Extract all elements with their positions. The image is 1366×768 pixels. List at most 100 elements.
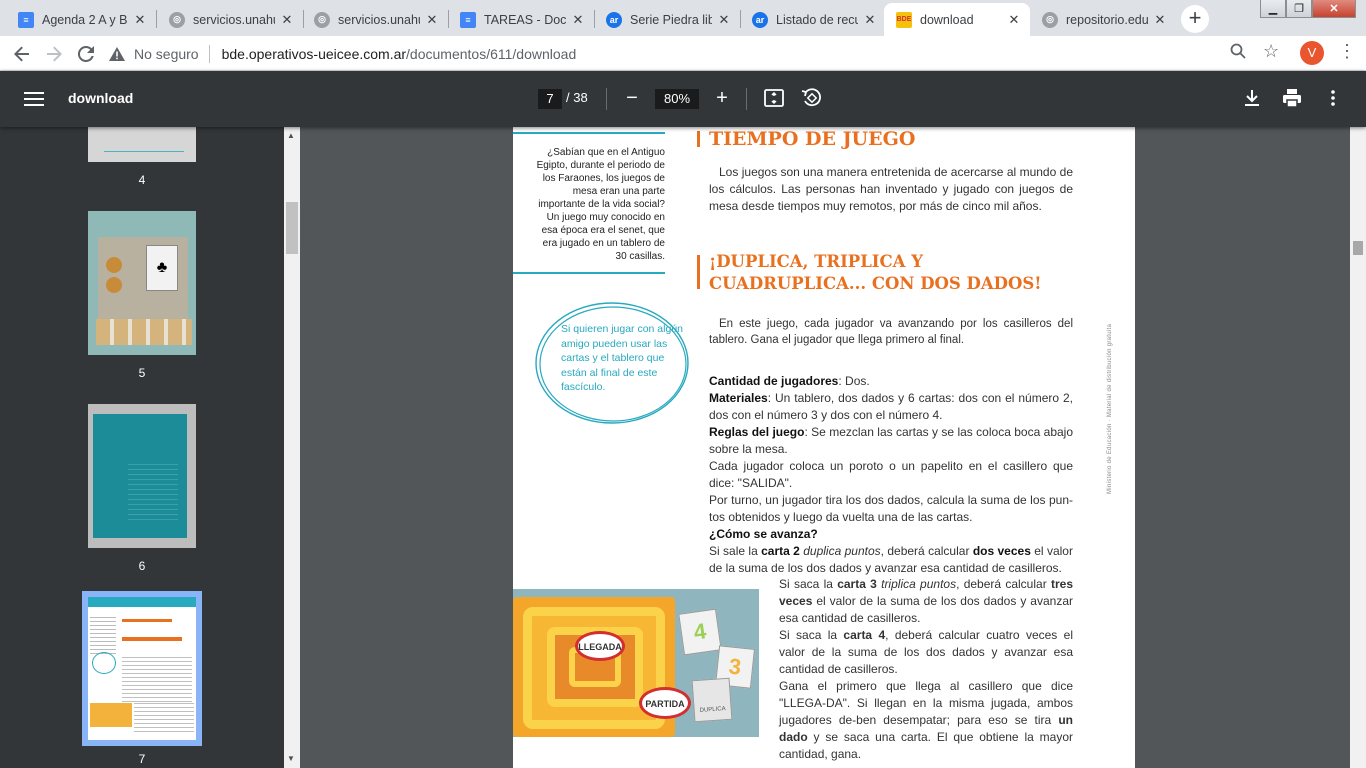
page-thumbnail[interactable] xyxy=(88,404,196,548)
thumbnail-number: 4 xyxy=(138,173,146,187)
game-heading-line1: ¡DUPLICA, TRIPLICA Y xyxy=(709,252,923,271)
forward-button[interactable] xyxy=(42,42,66,66)
divider-line xyxy=(513,272,665,274)
page-thumbnail-selected[interactable] xyxy=(82,591,202,746)
game-intro: En este juego, cada jugador va avanzando… xyxy=(709,318,1073,346)
card4-rule: Si saca la carta 4, deberá calcular cuat… xyxy=(779,628,1073,676)
bde-icon: BDE xyxy=(896,11,912,28)
materials-label: Materiales xyxy=(709,391,768,405)
sidebar-scrollbar[interactable]: ▲ ▼ xyxy=(284,127,300,768)
intro-paragraph: Los juegos son una manera entretenida de… xyxy=(709,165,1073,213)
rule-text: Cada jugador coloca un poroto o un papel… xyxy=(709,459,1073,490)
browser-toolbar: No seguro bde.operativos-ueicee.com.ar/d… xyxy=(0,36,1366,71)
scroll-down-icon[interactable]: ▼ xyxy=(287,754,295,763)
zoom-in-button[interactable]: + xyxy=(710,85,734,111)
pdf-viewport: ¿Sabían que en el Antiguo Egipto, durant… xyxy=(300,127,1350,768)
docs-icon: ≡ xyxy=(18,11,34,28)
card2-rule: Si sale la carta 2 duplica puntos, deber… xyxy=(709,544,1073,575)
rule-text: Por turno, un jugador tira los dos dados… xyxy=(709,493,1073,524)
thumbnail-sidebar: 4 ♣ 5 6 7 ▲ ▼ xyxy=(0,127,300,768)
reload-icon xyxy=(77,45,94,62)
page-number-input[interactable]: 7 xyxy=(538,89,562,109)
minimize-button[interactable]: ▁ xyxy=(1260,0,1286,18)
close-icon[interactable]: ✕ xyxy=(570,12,586,28)
players-label: Cantidad de jugadores xyxy=(709,374,839,388)
docs-icon: ≡ xyxy=(460,11,476,28)
thumbnail-number: 5 xyxy=(138,366,146,380)
print-icon[interactable] xyxy=(1281,87,1303,109)
section-heading: TIEMPO DE JUEGO xyxy=(709,128,916,150)
viewer-scrollbar[interactable] xyxy=(1350,127,1366,768)
browser-tab-active[interactable]: BDE download ✕ xyxy=(884,3,1030,36)
profile-avatar[interactable]: V xyxy=(1300,41,1324,65)
ar-icon: ar xyxy=(752,11,768,28)
back-button[interactable] xyxy=(10,42,34,66)
bookmark-star-icon[interactable]: ☆ xyxy=(1263,41,1279,62)
ar-icon: ar xyxy=(606,11,622,28)
scroll-up-icon[interactable]: ▲ xyxy=(287,131,295,140)
kebab-menu-icon[interactable]: ⋮ xyxy=(1338,41,1356,62)
new-tab-button[interactable]: + xyxy=(1181,5,1209,33)
browser-tab[interactable]: ◎ repositorio.edu ✕ xyxy=(1030,3,1176,36)
rotate-icon[interactable] xyxy=(800,87,822,109)
viewer-scroll-thumb[interactable] xyxy=(1353,241,1363,255)
tab-label: TAREAS - Docu xyxy=(484,12,566,27)
browser-tab[interactable]: ◎ servicios.unahur ✕ xyxy=(302,3,448,36)
game-heading-line2: CUADRUPLICA... CON DOS DADOS! xyxy=(709,274,1042,293)
zoom-lens-icon[interactable] xyxy=(1230,43,1246,64)
pdf-toolbar: download 7 / 38 − 80% + xyxy=(0,71,1366,127)
address-bar[interactable]: No seguro bde.operativos-ueicee.com.ar/d… xyxy=(108,40,1292,68)
toolbar-divider xyxy=(606,88,607,110)
sidebar-scroll-thumb[interactable] xyxy=(286,202,298,254)
browser-tab[interactable]: ≡ TAREAS - Docu ✕ xyxy=(448,3,594,36)
thumbnail-number: 7 xyxy=(138,752,146,766)
close-icon[interactable]: ✕ xyxy=(424,12,440,28)
card-duplica: DUPLICA xyxy=(691,677,733,723)
circle-note: Si quieren jugar con algún amigo pueden … xyxy=(561,323,684,393)
close-icon[interactable]: ✕ xyxy=(716,12,732,28)
browser-tab[interactable]: ar Listado de recu ✕ xyxy=(740,3,886,36)
heading-bar xyxy=(697,255,700,289)
fit-page-icon[interactable] xyxy=(763,87,785,109)
page-total: / 38 xyxy=(566,90,588,105)
page-thumbnail[interactable]: ♣ xyxy=(88,211,196,355)
pdf-page: ¿Sabían que en el Antiguo Egipto, durant… xyxy=(513,127,1135,768)
winner-rule: Gana el primero que llega al casillero q… xyxy=(779,679,1073,761)
board-game-image: LLEGADA PARTIDA 4 3 DUPLICA xyxy=(513,589,759,737)
back-arrow-icon xyxy=(14,46,29,62)
card-rules: Si saca la carta 3 triplica puntos, debe… xyxy=(779,576,1073,763)
browser-tab[interactable]: ≡ Agenda 2 A y B ✕ xyxy=(6,3,156,36)
pdf-title: download xyxy=(68,90,134,106)
tab-label: servicios.unahur xyxy=(193,12,275,27)
window-close-button[interactable]: ✕ xyxy=(1312,0,1356,18)
zoom-level-input[interactable]: 80% xyxy=(655,89,699,109)
vertical-credit: Ministerio de Educación · Material de di… xyxy=(1107,323,1113,494)
heading-bar xyxy=(697,131,700,147)
url-path: /documentos/611/download xyxy=(406,46,577,62)
url-host: bde.operativos-ueicee.com.ar xyxy=(221,46,407,62)
close-icon[interactable]: ✕ xyxy=(132,12,148,28)
divider-line xyxy=(513,132,665,134)
tab-label: Listado de recu xyxy=(776,12,858,27)
security-label[interactable]: No seguro xyxy=(134,46,199,62)
more-options-icon[interactable] xyxy=(1322,87,1344,109)
download-icon[interactable] xyxy=(1241,87,1263,109)
close-icon[interactable]: ✕ xyxy=(862,12,878,28)
maximize-button[interactable]: ❐ xyxy=(1286,0,1312,18)
tab-label: servicios.unahur xyxy=(338,12,420,27)
browser-tab[interactable]: ◎ servicios.unahur ✕ xyxy=(157,3,303,36)
tab-strip: ≡ Agenda 2 A y B ✕ ◎ servicios.unahur ✕ … xyxy=(0,0,1366,36)
close-icon[interactable]: ✕ xyxy=(1152,12,1168,28)
warning-icon[interactable] xyxy=(108,46,126,62)
sidebar-menu-icon[interactable] xyxy=(24,88,44,110)
forward-arrow-icon xyxy=(47,46,62,62)
page-thumbnail[interactable] xyxy=(88,127,196,162)
browser-tab[interactable]: ar Serie Piedra libre ✕ xyxy=(594,3,740,36)
zoom-out-button[interactable]: − xyxy=(620,85,644,111)
reload-button[interactable] xyxy=(74,42,98,66)
close-icon[interactable]: ✕ xyxy=(1006,12,1022,28)
close-icon[interactable]: ✕ xyxy=(279,12,295,28)
llegada-badge: LLEGADA xyxy=(575,631,625,661)
window-controls: ▁ ❐ ✕ xyxy=(1260,0,1356,20)
address-divider xyxy=(208,45,210,63)
